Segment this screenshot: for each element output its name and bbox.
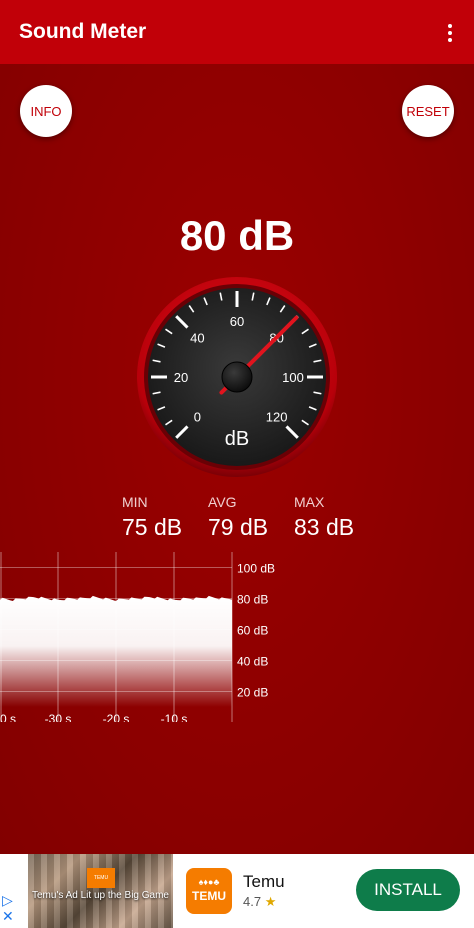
temu-logo-text: TEMU: [192, 889, 226, 903]
info-button[interactable]: INFO: [20, 85, 72, 137]
graph-y-tick-label: 100 dB: [237, 562, 275, 576]
ad-rating: 4.7 ★: [243, 894, 276, 910]
install-button[interactable]: INSTALL: [356, 869, 460, 911]
graph-area-series: [0, 595, 232, 707]
gauge-tick-label: 20: [174, 370, 188, 385]
ad-rating-value: 4.7: [243, 894, 262, 909]
graph-x-tick-label: -30 s: [45, 712, 72, 722]
min-stat: MIN 75 dB: [122, 494, 182, 541]
graph-y-tick-label: 20 dB: [237, 686, 268, 700]
more-options-icon[interactable]: [438, 18, 462, 48]
gauge-tick-label: 100: [282, 370, 304, 385]
min-value: 75 dB: [122, 514, 183, 540]
temu-app-icon[interactable]: ♠♦●♣ TEMU: [186, 868, 232, 914]
ad-app-name: Temu: [243, 872, 285, 891]
graph-x-tick-label: -10 s: [161, 712, 188, 722]
ad-image-logo: TEMU: [87, 868, 115, 888]
meter-screen: INFO RESET 80 dB 020406080100120 dB: [0, 64, 474, 854]
graph-y-tick-label: 80 dB: [237, 593, 268, 607]
max-stat: MAX 83 dB: [294, 494, 354, 541]
gauge-tick-label: 120: [266, 410, 288, 425]
avg-label: AVG: [208, 494, 237, 510]
gauge-tick-label: 40: [190, 330, 204, 345]
reset-button[interactable]: RESET: [402, 85, 454, 137]
avg-stat: AVG 79 dB: [208, 494, 268, 541]
app-bar: Sound Meter: [0, 0, 474, 64]
temu-logo-symbols: ♠♦●♣: [198, 877, 220, 887]
ad-banner[interactable]: ▷ ✕ TEMU Temu's Ad Lit up the Big Game ♠♦…: [0, 854, 474, 928]
app-title: Sound Meter: [19, 20, 147, 43]
graph-x-tick-label: -20 s: [103, 712, 130, 722]
current-db-readout: 80 dB: [179, 212, 295, 259]
max-value: 83 dB: [294, 514, 355, 540]
graph-y-tick-label: 40 dB: [237, 655, 268, 669]
db-gauge: 020406080100120 dB: [137, 277, 337, 477]
graph-x-tick-label: 0 s: [0, 712, 16, 722]
db-history-graph: 100 dB 80 dB 60 dB 40 dB 20 dB 0 s -30 s -20 s -…: [0, 552, 275, 722]
gauge-unit-label: dB: [225, 428, 249, 450]
ad-image[interactable]: TEMU Temu's Ad Lit up the Big Game: [28, 854, 173, 928]
avg-value: 79 dB: [208, 514, 269, 540]
adchoices-icon[interactable]: ▷ ✕: [2, 892, 18, 924]
min-label: MIN: [122, 494, 148, 510]
graph-y-tick-label: 60 dB: [237, 624, 268, 638]
gauge-hub: [221, 361, 253, 393]
gauge-tick-label: 60: [230, 314, 244, 329]
ad-image-caption: Temu's Ad Lit up the Big Game: [32, 890, 169, 901]
max-label: MAX: [294, 494, 325, 510]
gauge-tick-label: 0: [194, 410, 201, 425]
star-icon: ★: [264, 894, 277, 909]
